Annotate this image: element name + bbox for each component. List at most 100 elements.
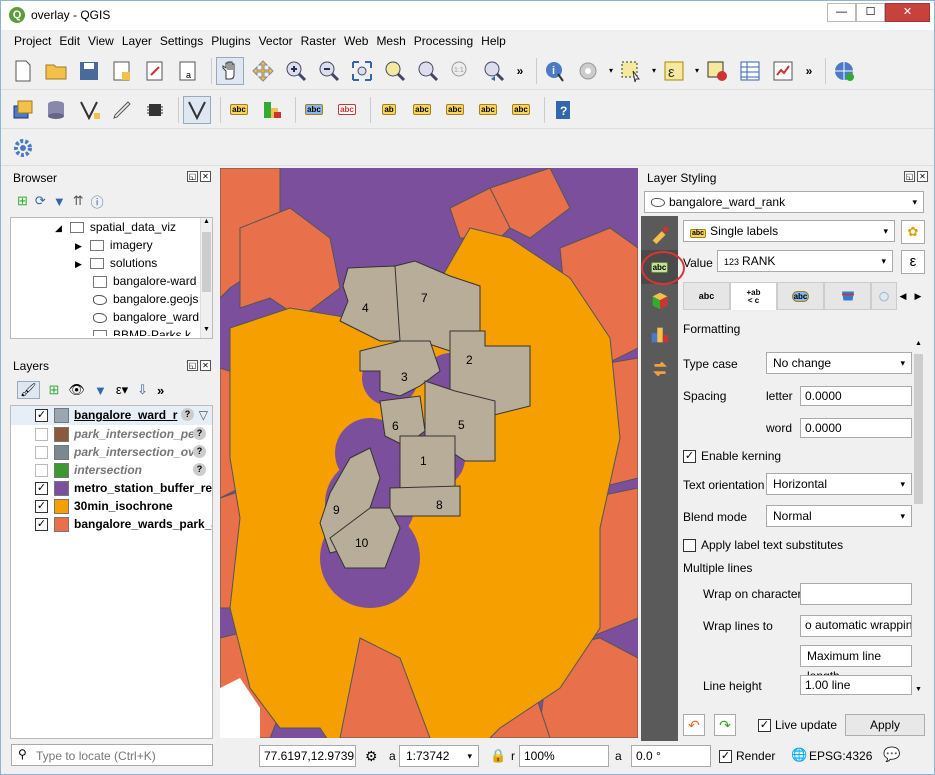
select-dropdown-icon[interactable]: ▾ [650,57,658,85]
shadow-tab[interactable]: ◯ [871,282,897,310]
digitize-shape-icon[interactable] [183,95,211,124]
menu-mesh[interactable]: Mesh [372,31,409,51]
close-panel-icon[interactable]: ✕ [200,360,211,371]
menu-web[interactable]: Web [340,31,372,51]
layer-styling-icon[interactable]: 🖌 [17,381,40,399]
render-checkbox[interactable]: ✓ [719,750,732,764]
add-wms-layer-icon[interactable] [830,57,858,85]
wrap-character-input[interactable] [800,583,912,605]
layer-add-icon[interactable] [9,96,37,124]
identify-features-icon[interactable]: i [541,57,569,85]
pin-labels-icon[interactable]: abc [300,96,328,124]
new-project-icon[interactable] [9,57,37,85]
filter-icon[interactable]: ▽ [199,406,208,424]
tree-item[interactable]: bangalore.geojs [11,290,212,308]
layer-visibility-checkbox[interactable]: ✓ [35,409,48,423]
move-label-arrow-icon[interactable]: abc [441,96,469,124]
3d-view-tab-icon[interactable] [641,284,678,318]
menu-layer[interactable]: Layer [118,31,156,51]
menu-help[interactable]: Help [477,31,510,51]
refresh-icon[interactable]: ⟳ [35,193,46,209]
rotate-label-icon[interactable]: abc [474,96,502,124]
menu-processing[interactable]: Processing [410,31,477,51]
move-label-icon[interactable]: ab [375,96,403,124]
layer-row[interactable]: ✓ 30min_isochrone [11,497,212,515]
layer-visibility-checkbox[interactable]: ✓ [35,518,48,532]
type-case-combo[interactable]: No change ▾ [766,352,912,374]
pan-map-icon[interactable] [216,56,244,85]
symbology-tab-icon[interactable] [641,216,678,250]
rotation-input[interactable]: 0.0 ° [631,745,711,767]
menu-plugins[interactable]: Plugins [207,31,254,51]
tree-item[interactable]: bangalore_ward [11,308,212,326]
styling-scrollbar[interactable]: ▲ ▼ [912,340,925,693]
save-project-icon[interactable] [75,57,103,85]
line-height-input[interactable]: 1.00 line [800,675,912,695]
browser-scrollbar[interactable]: ▲ ▼ [200,218,212,338]
menu-project[interactable]: Project [10,31,55,51]
background-tab[interactable] [824,282,871,310]
layer-visibility-checkbox[interactable] [35,464,48,478]
text-tab[interactable]: abc [683,282,730,310]
crs-globe-icon[interactable]: 🌐 [791,747,807,763]
menu-edit[interactable]: Edit [55,31,84,51]
actions-dropdown-icon[interactable]: ▾ [607,57,615,85]
style-manager-icon[interactable]: a [174,57,202,85]
tree-item[interactable]: ▶ solutions [11,254,212,272]
toolbar-overflow-2-icon[interactable]: » [802,57,816,85]
map-canvas[interactable]: 7 4 2 3 6 5 1 9 8 10 [220,168,638,738]
zoom-to-layer-icon[interactable] [414,57,442,85]
show-hide-labels-icon[interactable]: abc [408,96,436,124]
layer-row[interactable]: ✓ bangalore_ward_r ? ▽ [11,406,212,425]
kerning-row[interactable]: ✓ Enable kerning [683,449,781,464]
pan-to-selection-icon[interactable] [249,57,277,85]
properties-icon[interactable]: ⓘ [91,192,104,211]
zoom-native-icon[interactable]: 1:1 [447,57,475,85]
zoom-out-icon[interactable] [315,57,343,85]
scale-combo[interactable]: 1:73742 ▾ [399,745,479,767]
help-icon[interactable]: ? [549,96,577,124]
filter-icon[interactable]: ▼ [53,194,66,209]
layer-row[interactable]: intersection ? [11,461,212,479]
database-layer-icon[interactable] [42,96,70,124]
filter-legend-icon[interactable]: ▼ [94,383,107,398]
actions-icon[interactable] [574,57,602,85]
live-update-checkbox[interactable]: ✓ [758,719,771,733]
pencil-edit-icon[interactable] [108,96,136,124]
orientation-combo[interactable]: Horizontal ▾ [766,473,912,495]
deselect-all-icon[interactable] [703,57,731,85]
collapse-all-icon[interactable]: ⇈ [73,193,84,209]
select-features-icon[interactable] [617,57,645,85]
float-icon[interactable]: ◱ [904,171,915,182]
blend-mode-combo[interactable]: Normal ▾ [766,505,912,527]
change-label-icon[interactable]: abc [507,96,535,124]
apply-button[interactable]: Apply [845,714,925,736]
close-panel-icon[interactable]: ✕ [917,171,928,182]
gps-device-icon[interactable] [141,96,169,124]
buffer-tab[interactable]: abc [777,282,824,310]
tabs-scroll-left-icon[interactable]: ◀ [896,282,910,310]
tabs-scroll-right-icon[interactable]: ▶ [911,282,925,310]
wrap-lines-input[interactable]: o automatic wrapping [800,615,912,637]
minimize-button[interactable]: — [827,3,856,22]
kerning-checkbox[interactable]: ✓ [683,450,696,464]
menu-settings[interactable]: Settings [156,31,207,51]
toolbar-overflow-icon[interactable]: » [513,57,527,85]
vertex-tool-icon[interactable] [75,96,103,124]
visibility-eye-icon[interactable]: 👁 [68,382,85,398]
layout-manager-icon[interactable] [141,57,169,85]
render-row[interactable]: ✓ Render [719,749,775,764]
diagram-icon[interactable] [258,96,286,124]
letter-spacing-input[interactable]: 0.0000 [800,386,912,406]
expression-filter-icon[interactable]: ε▾ [116,382,128,398]
layer-row[interactable]: park_intersection_ov ? [11,443,212,461]
label-toolbar-icon[interactable]: abc [225,96,253,124]
layer-visibility-checkbox[interactable] [35,446,48,460]
tree-item[interactable]: ◢ spatial_data_viz [11,218,212,236]
zoom-last-icon[interactable] [480,57,508,85]
layer-select-combo[interactable]: bangalore_ward_rank ▾ [644,191,924,213]
zoom-to-selection-icon[interactable] [381,57,409,85]
history-tab-icon[interactable] [641,352,678,386]
coordinate-input[interactable]: 77.6197,12.9739 [259,745,356,767]
tree-item[interactable]: ▶ imagery [11,236,212,254]
